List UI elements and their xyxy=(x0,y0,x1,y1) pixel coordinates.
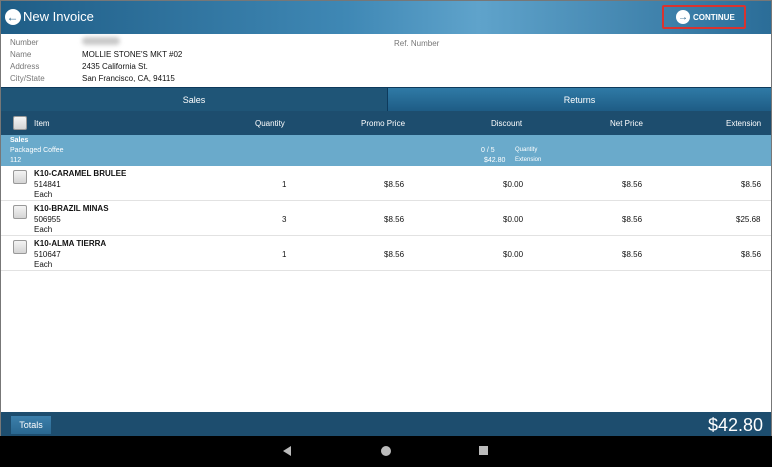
table-header: Item Quantity Promo Price Discount Net P… xyxy=(1,111,771,135)
item-name: K10-ALMA TIERRA xyxy=(34,239,107,248)
tab-sales[interactable]: Sales xyxy=(1,88,387,111)
totals-button[interactable]: Totals xyxy=(11,416,51,434)
totals-bar: Totals $42.80 xyxy=(1,412,771,437)
ref-number-label: Ref. Number xyxy=(394,39,440,48)
continue-label: CONTINUE xyxy=(693,12,735,22)
item-promo-price: $8.56 xyxy=(384,250,405,259)
group-code: 112 xyxy=(10,157,22,164)
item-net-price: $8.56 xyxy=(622,250,643,259)
number-label: Number xyxy=(10,38,39,47)
col-promo-price: Promo Price xyxy=(361,119,406,128)
city-value: San Francisco, CA, 94115 xyxy=(82,74,175,83)
col-net-price: Net Price xyxy=(610,119,643,128)
col-discount: Discount xyxy=(491,119,523,128)
title-bar: ← New Invoice → CONTINUE xyxy=(1,1,771,34)
tab-returns[interactable]: Returns xyxy=(387,88,771,111)
item-quantity: 1 xyxy=(282,250,287,259)
item-uom: Each xyxy=(34,260,53,269)
row-checkbox[interactable] xyxy=(13,205,27,219)
page-title: New Invoice xyxy=(23,9,94,24)
tab-bar: Sales Returns xyxy=(1,87,771,111)
customer-info: Number Name MOLLIE STONE'S MKT #02 Addre… xyxy=(1,34,771,87)
item-extension: $25.68 xyxy=(736,215,761,224)
item-name: K10-CARAMEL BRULEE xyxy=(34,169,127,178)
row-checkbox[interactable] xyxy=(13,240,27,254)
item-extension: $8.56 xyxy=(741,250,762,259)
item-discount: $0.00 xyxy=(503,250,524,259)
group-qty-label: Quantity xyxy=(515,147,538,153)
item-uom: Each xyxy=(34,225,53,234)
row-checkbox[interactable] xyxy=(13,170,27,184)
item-net-price: $8.56 xyxy=(622,180,643,189)
app-window: ← New Invoice → CONTINUE Number Name MOL… xyxy=(0,0,772,467)
item-net-price: $8.56 xyxy=(622,215,643,224)
android-nav-bar xyxy=(0,436,772,467)
name-label: Name xyxy=(10,50,32,59)
item-sku: 510647 xyxy=(34,250,61,259)
group-row[interactable]: Sales Packaged Coffee 112 0 / 5 Quantity… xyxy=(1,135,771,166)
group-title: Sales xyxy=(10,137,29,144)
city-label: City/State xyxy=(10,74,45,83)
nav-back-icon[interactable] xyxy=(283,446,291,456)
group-ext-value: $42.80 xyxy=(484,157,506,164)
table-row[interactable]: K10-BRAZIL MINAS 506955 Each 3 $8.56 $0.… xyxy=(1,202,771,236)
arrow-right-circle-icon: → xyxy=(676,10,690,24)
number-value-redacted xyxy=(82,37,120,49)
nav-recents-icon[interactable] xyxy=(479,446,488,455)
totals-value: $42.80 xyxy=(707,415,763,435)
continue-button[interactable]: → CONTINUE xyxy=(662,5,746,29)
item-promo-price: $8.56 xyxy=(384,180,405,189)
select-all-checkbox[interactable] xyxy=(13,116,27,130)
item-extension: $8.56 xyxy=(741,180,762,189)
col-quantity: Quantity xyxy=(255,119,285,128)
item-sku: 506955 xyxy=(34,215,61,224)
address-label: Address xyxy=(10,62,40,71)
item-discount: $0.00 xyxy=(503,215,524,224)
item-quantity: 3 xyxy=(282,215,287,224)
item-promo-price: $8.56 xyxy=(384,215,405,224)
item-quantity: 1 xyxy=(282,180,287,189)
item-uom: Each xyxy=(34,190,53,199)
item-sku: 514841 xyxy=(34,180,61,189)
table-row[interactable]: K10-ALMA TIERRA 510647 Each 1 $8.56 $0.0… xyxy=(1,237,771,271)
col-item: Item xyxy=(34,119,50,128)
group-ext-label: Extension xyxy=(515,157,542,163)
table-row[interactable]: K10-CARAMEL BRULEE 514841 Each 1 $8.56 $… xyxy=(1,167,771,201)
back-arrow-icon[interactable]: ← xyxy=(5,9,21,25)
group-qty-value: 0 / 5 xyxy=(481,147,495,154)
nav-home-icon[interactable] xyxy=(381,446,391,456)
address-value: 2435 California St. xyxy=(82,62,148,71)
name-value: MOLLIE STONE'S MKT #02 xyxy=(82,50,183,59)
item-discount: $0.00 xyxy=(503,180,524,189)
group-category: Packaged Coffee xyxy=(10,147,64,154)
item-name: K10-BRAZIL MINAS xyxy=(34,204,109,213)
col-extension: Extension xyxy=(726,119,762,128)
